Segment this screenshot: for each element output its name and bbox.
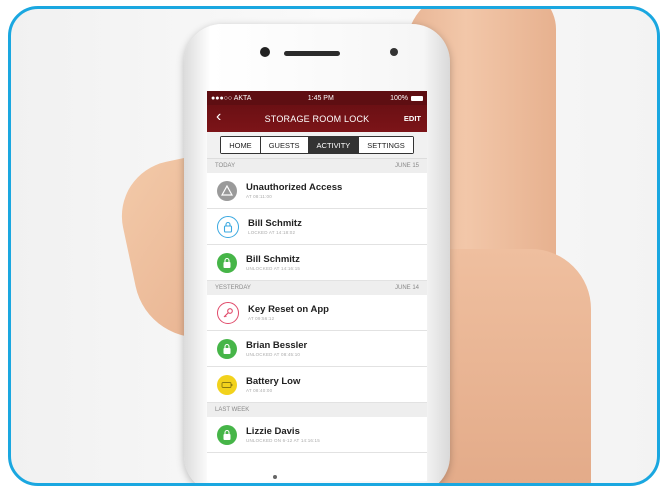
activity-subtitle: AT 09:56:12 — [248, 315, 275, 321]
activity-title: Unauthorized Access — [246, 181, 343, 193]
activity-text: Unauthorized Access AT 08:11:00 — [246, 182, 342, 200]
section-label: YESTERDAY — [215, 285, 251, 291]
activity-title: Bill Schmitz — [246, 253, 300, 265]
clock: 1:45 PM — [307, 94, 334, 102]
warning-icon — [217, 180, 237, 201]
lock-icon — [217, 215, 239, 238]
section-header: TODAY JUNE 15 — [207, 159, 427, 173]
status-bar: ●●●○○ AKTA 1:45 PM 100% — [207, 91, 427, 105]
tab-bar: HOME GUESTS ACTIVITY SETTINGS — [207, 132, 427, 159]
activity-text: Brian Bessler UNLOCKED AT 08:45:10 — [246, 340, 307, 358]
unlock-icon — [217, 424, 237, 445]
activity-text: Battery Low AT 08:40:00 — [246, 376, 300, 394]
back-chevron-icon[interactable]: ‹ — [216, 108, 221, 126]
section-label: TODAY — [215, 163, 236, 169]
activity-text: Lizzie Davis UNLOCKED ON 6-12 AT 14:16:15 — [246, 426, 320, 444]
battery-percent: 100% — [390, 94, 408, 102]
activity-title: Brian Bessler — [246, 339, 308, 351]
activity-text: Bill Schmitz UNLOCKED AT 14:16:15 — [246, 254, 300, 272]
activity-text: Bill Schmitz LOCKED AT 14:18:02 — [248, 218, 302, 236]
speaker-grille — [284, 51, 340, 56]
section-label: LAST WEEK — [215, 407, 250, 413]
battery-status-icon — [410, 95, 423, 101]
edit-button[interactable]: EDIT — [404, 114, 421, 123]
carrier-signal: ●●●○○ AKTA — [211, 94, 252, 102]
section-date: JUNE 14 — [394, 285, 419, 291]
activity-item[interactable]: Unauthorized Access AT 08:11:00 — [207, 173, 427, 209]
key-icon — [217, 301, 239, 324]
camera-dot — [390, 48, 398, 56]
section-date: JUNE 15 — [394, 163, 419, 169]
activity-item[interactable]: Battery Low AT 08:40:00 — [207, 367, 427, 403]
activity-item[interactable]: Bill Schmitz LOCKED AT 14:18:02 — [207, 209, 427, 245]
tab-guests[interactable]: GUESTS — [260, 137, 309, 153]
status-right: 100% — [390, 95, 423, 102]
activity-subtitle: UNLOCKED AT 08:45:10 — [246, 351, 301, 357]
section-header: YESTERDAY JUNE 14 — [207, 281, 427, 295]
unlock-icon — [217, 252, 237, 273]
activity-text: Key Reset on App AT 09:56:12 — [248, 304, 329, 322]
image-frame: ●●●○○ AKTA 1:45 PM 100% ‹ STORAGE ROOM L… — [8, 6, 660, 486]
activity-subtitle: UNLOCKED ON 6-12 AT 14:16:15 — [246, 437, 320, 443]
tab-home[interactable]: HOME — [221, 137, 261, 153]
nav-bar: ‹ STORAGE ROOM LOCK EDIT — [207, 105, 427, 132]
battery-icon — [217, 374, 237, 395]
section-header: LAST WEEK — [207, 403, 427, 417]
activity-title: Lizzie Davis — [246, 425, 300, 437]
activity-item[interactable]: Lizzie Davis UNLOCKED ON 6-12 AT 14:16:15 — [207, 417, 427, 453]
activity-subtitle: UNLOCKED AT 14:16:15 — [246, 265, 301, 271]
activity-subtitle: AT 08:11:00 — [246, 193, 272, 199]
home-indicator — [273, 475, 277, 479]
activity-title: Key Reset on App — [248, 303, 329, 315]
unlock-icon — [217, 338, 237, 359]
sensor-dot — [260, 47, 270, 57]
activity-item[interactable]: Key Reset on App AT 09:56:12 — [207, 295, 427, 331]
phone: ●●●○○ AKTA 1:45 PM 100% ‹ STORAGE ROOM L… — [184, 24, 450, 483]
page-title: STORAGE ROOM LOCK — [264, 113, 370, 124]
segmented-control: HOME GUESTS ACTIVITY SETTINGS — [220, 136, 414, 154]
activity-item[interactable]: Brian Bessler UNLOCKED AT 08:45:10 — [207, 331, 427, 367]
phone-screen: ●●●○○ AKTA 1:45 PM 100% ‹ STORAGE ROOM L… — [207, 91, 427, 481]
activity-list: TODAY JUNE 15 Unauthorized Access AT 08:11:… — [207, 159, 427, 453]
activity-title: Battery Low — [246, 375, 301, 387]
activity-title: Bill Schmitz — [248, 217, 302, 229]
tab-settings[interactable]: SETTINGS — [359, 137, 413, 153]
activity-item[interactable]: Bill Schmitz UNLOCKED AT 14:16:15 — [207, 245, 427, 281]
activity-subtitle: AT 08:40:00 — [246, 387, 273, 393]
activity-subtitle: LOCKED AT 14:18:02 — [248, 229, 296, 235]
tab-activity[interactable]: ACTIVITY — [308, 137, 360, 153]
